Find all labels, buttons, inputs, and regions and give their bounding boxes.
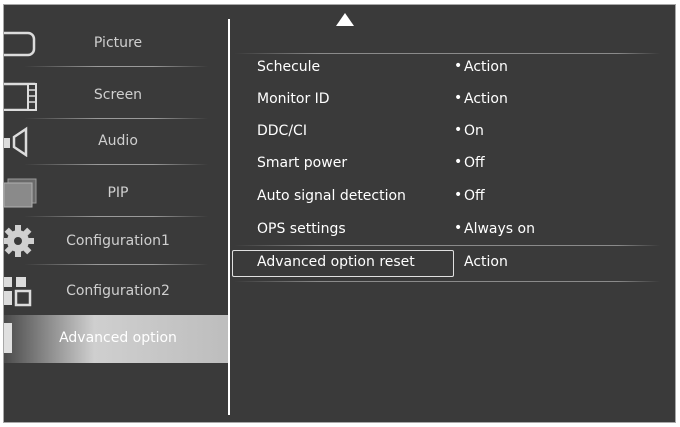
option-name: DDC/CI [257, 123, 307, 139]
sidebar-item-audio[interactable]: Audio [4, 117, 230, 167]
option-row-smart-power[interactable]: Smart power • Off [230, 149, 660, 181]
divider [234, 245, 660, 246]
bullet: • [454, 187, 463, 203]
sidebar-item-label: Audio [98, 133, 138, 149]
option-value: Off [464, 188, 485, 204]
option-name: OPS settings [257, 221, 346, 237]
option-row-ddc-ci[interactable]: DDC/CI • On [230, 117, 660, 149]
bullet: • [454, 122, 463, 138]
option-value: Action [464, 59, 508, 75]
sidebar-item-label: Configuration2 [66, 283, 170, 299]
divider [24, 66, 208, 67]
sidebar-item-label: Advanced option [59, 330, 177, 346]
divider [24, 164, 208, 165]
option-value: Off [464, 155, 485, 171]
bullet: • [454, 220, 463, 236]
option-value: Always on [464, 221, 535, 237]
sidebar-item-picture[interactable]: Picture [4, 19, 230, 69]
bullet: • [454, 154, 463, 170]
osd-menu: Picture Screen Audio PIP Configuration1 … [3, 4, 676, 423]
option-row-monitor-id[interactable]: Monitor ID • Action [230, 85, 660, 117]
option-value: On [464, 123, 484, 139]
option-row-separator [230, 281, 660, 313]
option-name: Monitor ID [257, 91, 330, 107]
option-value: Action [464, 91, 508, 107]
option-name: Advanced option reset [257, 254, 415, 270]
divider [234, 281, 660, 282]
option-value: Action [464, 254, 508, 270]
sidebar-item-configuration1[interactable]: Configuration1 [4, 217, 230, 267]
option-row-advanced-option-reset[interactable]: Advanced option reset Action [230, 248, 660, 280]
sidebar-item-configuration2[interactable]: Configuration2 [4, 267, 230, 317]
option-name: Schecule [257, 59, 321, 75]
option-name: Smart power [257, 155, 348, 171]
sidebar-item-advanced-option[interactable]: Advanced option [4, 315, 230, 363]
sidebar-item-screen[interactable]: Screen [4, 71, 230, 121]
divider [24, 264, 208, 265]
option-name: Auto signal detection [257, 188, 406, 204]
sidebar-item-label: Configuration1 [66, 233, 170, 249]
option-row-ops-settings[interactable]: OPS settings • Always on [230, 215, 660, 247]
option-row-schedule[interactable]: Schecule • Action [230, 53, 660, 85]
sidebar-item-label: PIP [107, 185, 129, 201]
option-row-auto-signal-detection[interactable]: Auto signal detection • Off [230, 182, 660, 214]
sidebar: Picture Screen Audio PIP Configuration1 … [4, 5, 232, 422]
divider [234, 53, 660, 54]
bullet: • [454, 90, 463, 106]
bullet: • [454, 58, 463, 74]
up-arrow-icon[interactable] [336, 13, 354, 26]
sidebar-item-label: Picture [93, 35, 143, 51]
sidebar-item-pip[interactable]: PIP [4, 169, 230, 219]
sidebar-item-label: Screen [93, 87, 143, 103]
